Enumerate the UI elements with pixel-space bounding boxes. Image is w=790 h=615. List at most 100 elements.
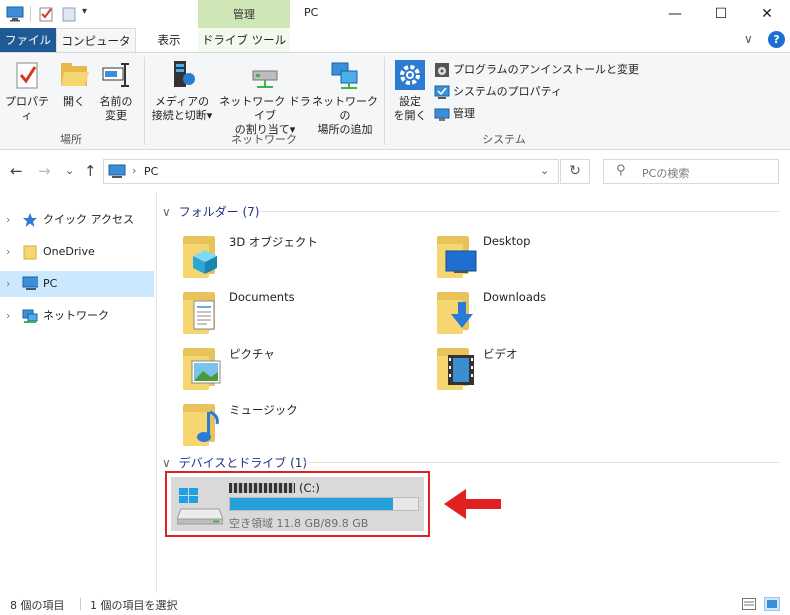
sidebar-item-label: ネットワーク — [43, 309, 109, 322]
computer-icon — [108, 164, 126, 178]
sidebar-item-quick-access[interactable]: › クイック アクセス — [0, 207, 154, 233]
contextual-tab-header: 管理 — [198, 0, 290, 28]
ribbon-collapse-button[interactable]: ∨ — [744, 32, 753, 46]
open-button[interactable]: 開く — [54, 59, 94, 109]
divider — [30, 6, 31, 22]
recent-locations-button[interactable]: ⌄ — [65, 164, 74, 177]
system-properties-icon — [434, 84, 450, 100]
search-input[interactable]: ⚲ PCの検索 — [603, 159, 779, 184]
open-label: 開く — [63, 95, 85, 108]
up-button[interactable]: ↑ — [84, 162, 97, 180]
search-placeholder: PCの検索 — [642, 167, 690, 180]
downloads-icon — [437, 286, 483, 334]
folder-desktop[interactable]: Desktop — [417, 230, 647, 282]
folder-music[interactable]: ミュージック — [163, 398, 393, 450]
sidebar-item-pc[interactable]: › PC — [0, 271, 154, 297]
folder-label: 3D オブジェクト — [229, 235, 318, 249]
drive-c-selected[interactable]: (C:) 空き領域 11.8 GB/89.8 GB — [171, 477, 424, 531]
properties-button[interactable]: プロパティ — [4, 59, 50, 123]
folder-3d-objects[interactable]: 3D オブジェクト — [163, 230, 393, 282]
settings-label-line1: 設定 — [399, 95, 421, 108]
contextual-tab-header-label: 管理 — [233, 8, 255, 21]
status-selected: 1 個の項目を選択 — [90, 599, 178, 612]
computer-icon[interactable] — [6, 6, 24, 22]
details-view-icon[interactable] — [742, 598, 756, 610]
network-location-icon — [329, 59, 361, 91]
search-icon: ⚲ — [616, 163, 626, 178]
address-dropdown-button[interactable]: ⌄ — [540, 164, 549, 177]
pictures-icon — [183, 342, 229, 390]
help-button[interactable]: ? — [768, 31, 785, 48]
media-connect-button[interactable]: メディアの 接続と切断▾ — [148, 59, 216, 123]
uninstall-label: プログラムのアンインストールと変更 — [453, 63, 640, 76]
ribbon-separator — [384, 57, 385, 145]
new-folder-icon[interactable] — [62, 6, 76, 22]
divider — [80, 598, 81, 610]
maximize-button[interactable]: ☐ — [698, 0, 744, 28]
title-bar: ▾ 管理 PC — ☐ ✕ — [0, 0, 790, 28]
add-network-location-button[interactable]: ネットワークの 場所の追加 — [312, 59, 378, 137]
breadcrumb-separator[interactable]: › — [132, 164, 136, 177]
folders-header-label: フォルダー (7) — [178, 205, 260, 219]
collapse-chevron-icon[interactable]: ∨ — [162, 456, 171, 470]
folders-group-header[interactable]: ∨ フォルダー (7) — [162, 203, 780, 220]
group-divider — [304, 462, 780, 463]
expand-chevron-icon[interactable]: › — [6, 271, 10, 297]
status-bar: 8 個の項目 1 個の項目を選択 — [0, 593, 790, 615]
uninstall-programs-button[interactable]: プログラムのアンインストールと変更 — [434, 61, 639, 79]
map-drive-label-line1: ネットワーク ドライブ — [219, 95, 311, 122]
large-icons-view-icon[interactable] — [764, 597, 780, 611]
open-settings-button[interactable]: 設定 を開く — [390, 59, 430, 123]
sidebar-item-onedrive[interactable]: › OneDrive — [0, 239, 154, 265]
navigation-pane: › クイック アクセス › OneDrive › PC › ネットワーク — [0, 192, 157, 593]
window-title: PC — [304, 6, 319, 19]
media-server-icon — [166, 59, 198, 91]
folder-downloads[interactable]: Downloads — [417, 286, 647, 338]
breadcrumb-pc[interactable]: PC — [144, 165, 158, 178]
tab-view[interactable]: 表示 — [146, 28, 192, 52]
customize-qat-icon[interactable]: ▾ — [82, 6, 87, 17]
folder-label: Desktop — [483, 234, 531, 248]
rename-icon — [100, 59, 132, 91]
uninstall-icon — [434, 62, 450, 78]
rename-button[interactable]: 名前の 変更 — [96, 59, 136, 123]
red-arrow-annotation — [444, 489, 501, 519]
media-dropdown-icon: ▾ — [206, 109, 213, 122]
manage-button[interactable]: 管理 — [434, 105, 475, 123]
folder-label: ビデオ — [483, 347, 518, 361]
collapse-chevron-icon[interactable]: ∨ — [162, 205, 171, 219]
sidebar-item-network[interactable]: › ネットワーク — [0, 303, 154, 329]
expand-chevron-icon[interactable]: › — [6, 303, 10, 329]
minimize-button[interactable]: — — [652, 0, 698, 28]
folder-documents[interactable]: Documents — [163, 286, 393, 338]
folder-label: ミュージック — [229, 403, 298, 417]
map-network-drive-button[interactable]: ネットワーク ドライブ の割り当て▾ — [216, 59, 314, 137]
address-bar[interactable]: › PC ⌄ — [103, 159, 559, 184]
group-divider — [260, 211, 780, 212]
3d-objects-icon — [183, 230, 229, 278]
properties-check-icon[interactable] — [38, 6, 54, 22]
devices-header-label: デバイスとドライブ (1) — [178, 456, 308, 470]
expand-chevron-icon[interactable]: › — [6, 207, 10, 233]
tab-drive-tools[interactable]: ドライブ ツール — [198, 28, 290, 52]
refresh-button[interactable]: ↻ — [560, 159, 590, 184]
drive-usage-fill — [230, 498, 393, 510]
drive-c-tile[interactable]: (C:) 空き領域 11.8 GB/89.8 GB — [165, 471, 430, 537]
group-label-system: システム — [482, 133, 526, 146]
expand-chevron-icon[interactable]: › — [6, 239, 10, 265]
redacted-drive-name — [229, 483, 295, 493]
forward-button[interactable]: → — [38, 162, 51, 180]
status-item-count: 8 個の項目 — [10, 599, 65, 612]
music-icon — [183, 398, 229, 446]
tab-file[interactable]: ファイル — [0, 28, 56, 52]
folder-pictures[interactable]: ピクチャ — [163, 342, 393, 394]
tab-computer[interactable]: コンピューター — [56, 28, 136, 72]
system-properties-label: システムのプロパティ — [453, 85, 563, 98]
close-button[interactable]: ✕ — [744, 0, 790, 28]
devices-group-header[interactable]: ∨ デバイスとドライブ (1) — [162, 454, 780, 471]
system-properties-button[interactable]: システムのプロパティ — [434, 83, 562, 101]
folder-videos[interactable]: ビデオ — [417, 342, 647, 394]
network-drive-icon — [249, 59, 281, 91]
back-button[interactable]: ← — [10, 162, 23, 180]
drive-letter-label: (C:) — [299, 481, 320, 495]
